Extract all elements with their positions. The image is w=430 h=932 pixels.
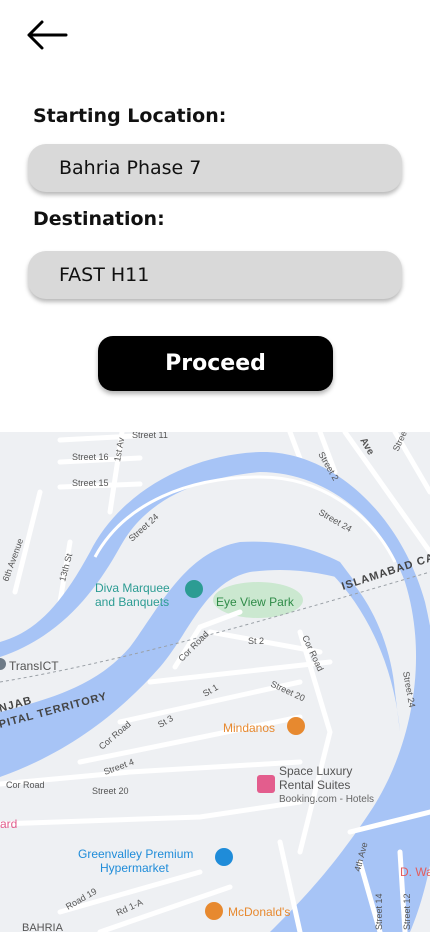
poi-label[interactable]: Mindanos (223, 721, 275, 735)
poi-label[interactable]: ard (0, 817, 17, 831)
destination-input[interactable] (28, 251, 402, 299)
street-label: Street 11 (132, 432, 168, 440)
street-label: St 2 (248, 636, 264, 646)
back-button[interactable] (22, 16, 74, 56)
poi-label[interactable]: Space Luxury (279, 764, 352, 778)
street-label: Street 14 (374, 893, 384, 930)
destination-label: Destination: (33, 208, 165, 230)
poi-label[interactable]: D. Wa (400, 865, 430, 879)
starting-location-label: Starting Location: (33, 105, 227, 127)
poi-label[interactable]: and Banquets (95, 595, 169, 609)
hotel-icon[interactable] (257, 775, 275, 793)
poi-label[interactable]: Eye View Park (216, 595, 295, 609)
street-label: Street 16 (72, 452, 109, 462)
landmark-icon[interactable] (185, 580, 203, 598)
poi-label[interactable]: Greenvalley Premium (78, 847, 193, 861)
poi-label: BAHRIA (22, 922, 64, 932)
arrow-left-icon (27, 20, 68, 50)
starting-location-input[interactable] (28, 144, 402, 192)
poi-label[interactable]: Diva Marquee (95, 581, 170, 595)
street-label: Street 12 (402, 893, 412, 930)
poi-label[interactable]: Rental Suites (279, 778, 350, 792)
street-label: Street 15 (72, 478, 109, 488)
street-label: Street 20 (92, 786, 129, 796)
restaurant-icon[interactable] (287, 717, 305, 735)
poi-label[interactable]: McDonald's (228, 905, 290, 919)
street-label: Cor Road (6, 780, 45, 790)
map-view[interactable]: Street 11 Street 16 Street 15 1st Av Str… (0, 432, 430, 932)
poi-label[interactable]: Hypermarket (100, 861, 169, 875)
proceed-button[interactable]: Proceed (98, 336, 333, 391)
poi-label[interactable]: TransICT (9, 659, 59, 673)
restaurant-icon[interactable] (205, 902, 223, 920)
poi-label[interactable]: Booking.com - Hotels (279, 794, 374, 805)
shopping-cart-icon[interactable] (215, 848, 233, 866)
